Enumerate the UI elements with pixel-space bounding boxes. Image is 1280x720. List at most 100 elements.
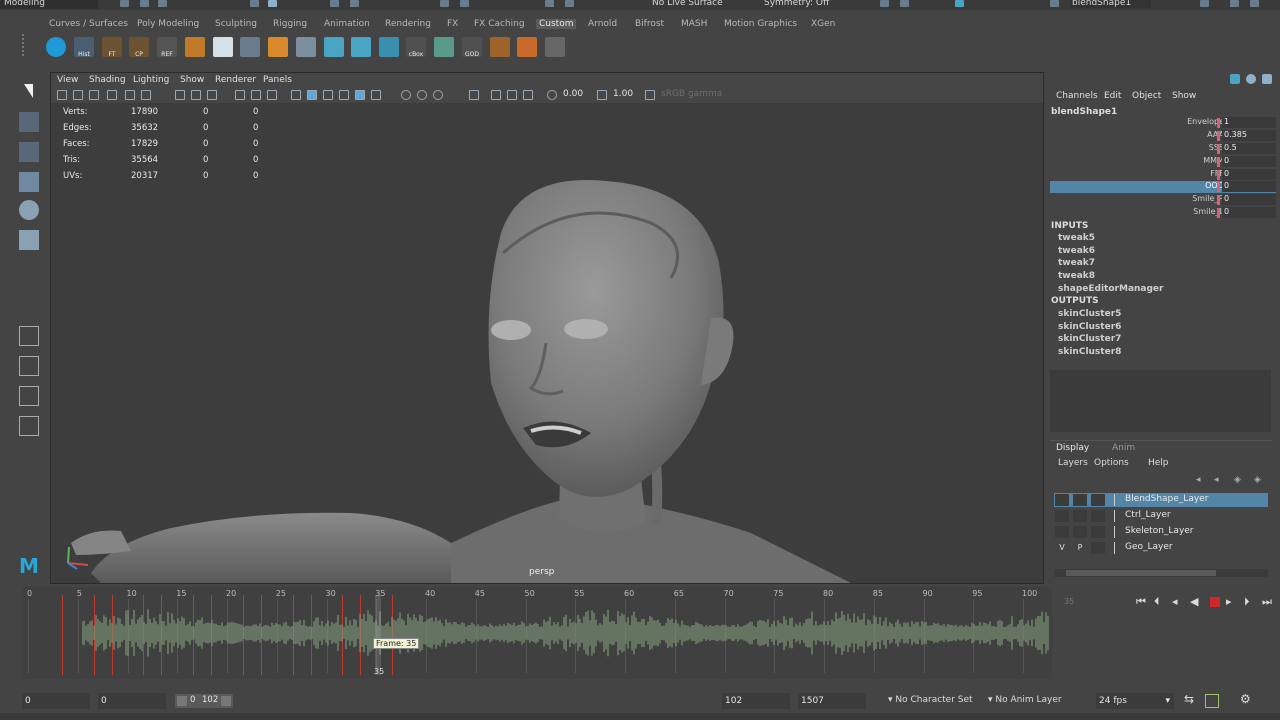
tab-fx[interactable]: FX (447, 19, 458, 29)
play-backwards-icon[interactable]: ◀ (1190, 595, 1198, 608)
character-set-dropdown[interactable]: ▾ No Character Set (888, 695, 973, 705)
tab-rigging[interactable]: Rigging (273, 19, 307, 29)
new-scene-icon[interactable] (120, 0, 129, 7)
menu-object[interactable]: Object (1132, 91, 1161, 101)
attribute-value[interactable]: 0 (1222, 156, 1276, 167)
ipr-render-icon[interactable] (565, 0, 574, 7)
select-tool-icon[interactable] (250, 0, 259, 7)
mode-selector[interactable]: Modeling (0, 0, 98, 9)
output-node[interactable]: skinCluster5 (1058, 309, 1121, 319)
input-node[interactable]: tweak5 (1058, 233, 1095, 243)
layer-row[interactable]: Skeleton_Layer (1054, 525, 1268, 539)
object-name[interactable]: blendShape1 (1051, 107, 1117, 117)
window-icon[interactable] (379, 37, 399, 57)
visibility-toggle[interactable] (1055, 526, 1069, 538)
viewport-panel[interactable]: View Shading Lighting Show Renderer Pane… (50, 72, 1044, 584)
move-layer-up-icon[interactable]: ◂ (1196, 475, 1201, 485)
paint-select-icon[interactable] (19, 142, 39, 162)
menu-show[interactable]: Show (180, 75, 204, 85)
output-node[interactable]: skinCluster6 (1058, 322, 1121, 332)
step-back-key-icon[interactable]: ⏴ (1154, 595, 1160, 609)
wireframe-icon[interactable] (291, 90, 301, 100)
tab-animation[interactable]: Animation (324, 19, 370, 29)
field-chart-icon[interactable] (251, 90, 261, 100)
history-icon[interactable] (460, 0, 469, 7)
step-back-frame-icon[interactable]: ◂ (1172, 595, 1178, 608)
two-pane-icon[interactable] (19, 386, 39, 406)
display-type-toggle[interactable] (1091, 494, 1105, 506)
range-end-handle[interactable] (221, 696, 231, 706)
playback-start-field[interactable]: 0 (98, 693, 166, 709)
xray-icon[interactable] (491, 90, 501, 100)
grid-icon[interactable] (240, 37, 260, 57)
anti-alias-icon[interactable] (433, 90, 443, 100)
input-mode-icon[interactable] (1050, 0, 1059, 7)
channel-box-toggle-icon[interactable] (1262, 74, 1272, 84)
bookmark-icon[interactable] (89, 90, 99, 100)
display-type-toggle[interactable] (1091, 542, 1105, 554)
layer-color-swatch[interactable] (1114, 542, 1123, 554)
attribute-value[interactable]: 0 (1222, 169, 1276, 180)
snap-grid-icon[interactable] (330, 0, 339, 7)
object-name-field[interactable]: blendShape1 (1070, 0, 1152, 8)
visibility-toggle[interactable]: V (1055, 542, 1069, 554)
checker-icon[interactable] (434, 37, 454, 57)
layer-scrollbar[interactable] (1054, 569, 1268, 577)
fps-dropdown[interactable]: 24 fps ▾ (1096, 693, 1174, 709)
attribute-value[interactable]: 0.5 (1222, 143, 1276, 154)
outputs-heading[interactable]: OUTPUTS (1051, 296, 1099, 306)
tab-curves-surfaces[interactable]: Curves / Surfaces (49, 19, 128, 29)
textured-icon[interactable] (339, 90, 349, 100)
select-arrow-icon[interactable] (24, 84, 33, 98)
tab-arnold[interactable]: Arnold (588, 19, 617, 29)
playback-toggle[interactable] (1073, 494, 1087, 506)
color-space-dropdown[interactable]: sRGB gamma (661, 89, 787, 101)
attribute-row[interactable]: MMM 0 (1050, 156, 1276, 168)
paint-icon[interactable] (351, 37, 371, 57)
layer-color-swatch[interactable] (1114, 526, 1123, 538)
layer-color-swatch[interactable] (1114, 494, 1123, 506)
save-scene-icon[interactable] (158, 0, 167, 7)
grid-toggle-icon[interactable] (175, 90, 185, 100)
attribute-row-selected[interactable]: OOO 0 (1050, 181, 1276, 193)
wireframe-on-shaded-icon[interactable] (323, 90, 333, 100)
tab-poly-modeling[interactable]: Poly Modeling (137, 19, 199, 29)
tab-bifrost[interactable]: Bifrost (635, 19, 664, 29)
attribute-row[interactable]: Envelope 1 (1050, 117, 1276, 129)
scene-start-field[interactable]: 0 (22, 693, 90, 709)
cylinder-icon[interactable] (268, 37, 288, 57)
two-d-pan-icon[interactable] (125, 90, 135, 100)
playhead[interactable] (375, 595, 381, 675)
tab-xgen[interactable]: XGen (811, 19, 835, 29)
shelf-handle[interactable] (22, 34, 32, 56)
symmetry-label[interactable]: Symmetry: Off (764, 0, 829, 8)
attribute-row[interactable]: Smile_L 0 (1050, 207, 1276, 219)
scene-end-field[interactable]: 1507 (798, 693, 866, 709)
display-type-toggle[interactable] (1091, 526, 1105, 538)
workspace-icon[interactable] (955, 0, 964, 7)
stop-icon[interactable] (1210, 597, 1220, 607)
inputs-heading[interactable]: INPUTS (1051, 221, 1088, 231)
layer-color-swatch[interactable] (1114, 510, 1123, 522)
playback-end-field[interactable]: 102 (722, 693, 790, 709)
wave-tool-icon[interactable] (490, 37, 510, 57)
input-node[interactable]: tweak8 (1058, 271, 1095, 281)
input-node[interactable]: shapeEditorManager (1058, 284, 1163, 294)
grease-pencil-icon[interactable] (141, 90, 151, 100)
range-start-handle[interactable] (177, 696, 187, 706)
lasso-icon[interactable] (19, 112, 39, 132)
visibility-toggle[interactable] (1055, 494, 1069, 506)
ambient-occlusion-icon[interactable] (401, 90, 411, 100)
attribute-editor-icon[interactable] (900, 0, 909, 7)
move-tool-icon[interactable] (19, 172, 39, 192)
animation-preferences-icon[interactable]: ⚙ (1240, 692, 1251, 706)
tab-anim[interactable]: Anim (1112, 443, 1135, 453)
menu-channels[interactable]: Channels (1056, 91, 1098, 101)
four-pane-icon[interactable] (19, 356, 39, 376)
visibility-toggle[interactable] (1055, 510, 1069, 522)
menu-edit[interactable]: Edit (1104, 91, 1121, 101)
transform-icon[interactable] (296, 37, 316, 57)
attribute-row[interactable]: SSS 0.5 (1050, 143, 1276, 155)
attribute-value[interactable]: 0 (1222, 207, 1276, 218)
tab-motion-graphics[interactable]: Motion Graphics (724, 19, 797, 29)
